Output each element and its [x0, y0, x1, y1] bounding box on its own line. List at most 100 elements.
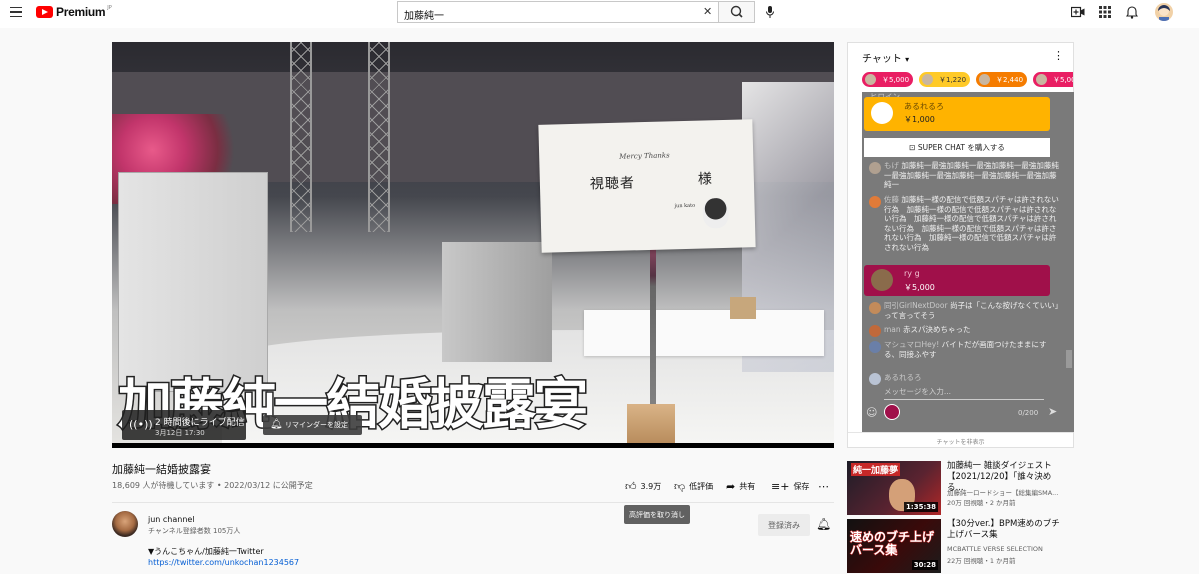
chat-mode-label: チャット	[862, 54, 902, 65]
chat-text: 加藤純一様の配信で低額スパチャは許されない行為 加藤純一様の配信で低額スパチャは…	[884, 195, 1059, 252]
buy-superchat-label: SUPER CHAT を購入する	[917, 143, 1005, 152]
subscription-bell-icon[interactable]: 🔔︎	[816, 517, 831, 531]
buy-superchat-button[interactable]: ⊡ SUPER CHAT を購入する	[864, 138, 1050, 157]
ticker-amount: ￥2,440	[996, 76, 1024, 84]
chat-text: 赤スパ決めちゃった	[903, 325, 971, 334]
superchat-ticker[interactable]: ￥2,440	[976, 72, 1028, 87]
subscribed-button[interactable]: 登録済み	[758, 514, 810, 536]
chat-more-icon[interactable]: ⋮	[1053, 49, 1064, 62]
recommended-views: 20万 回視聴・2 か月前	[947, 499, 1016, 507]
like-count: 3.9万	[640, 482, 662, 491]
hide-chat-button[interactable]: チャットを非表示	[848, 432, 1073, 448]
recommended-video[interactable]: 純一加藤夢 1:35:38 加藤純一 雑談ダイジェスト【2021/12/20】「…	[847, 461, 1074, 516]
superchat-ticker[interactable]: ￥5,000	[1033, 72, 1073, 87]
ticker-avatar	[865, 74, 876, 85]
dislike-label: 低評価	[689, 482, 714, 491]
chat-username: man	[884, 325, 901, 334]
like-tooltip: 高評価を取り消し	[624, 505, 690, 524]
apps-grid-icon[interactable]	[1099, 6, 1111, 18]
table-tray	[584, 310, 824, 356]
upcoming-live-box: ((•)) 2 時間後にライブ配信 3月12日 17:30	[122, 410, 246, 440]
chat-header[interactable]: チャット ▾	[848, 43, 1073, 69]
search-input[interactable]: 加藤純一	[397, 1, 719, 23]
chat-avatar	[869, 196, 881, 208]
superchat-message[interactable]: ry g ￥5,000	[864, 265, 1050, 296]
chat-username: 同引GirlNextDoor	[884, 301, 948, 310]
superchat-icon: ⊡	[909, 143, 918, 152]
chevron-down-icon: ▾	[905, 55, 910, 64]
like-button[interactable]: 👍︎ 3.9万	[625, 480, 661, 493]
save-button[interactable]: ≡+ 保存	[771, 480, 809, 493]
superchat-amount: ￥5,000	[904, 283, 935, 292]
card-script: Mercy Thanks	[619, 151, 670, 161]
save-label: 保存	[793, 482, 810, 491]
chat-messages[interactable]: ヒロイン ... あるれるろ ￥1,000 ⊡ SUPER CHAT を購入する…	[862, 92, 1074, 432]
clear-search-icon[interactable]: ✕	[703, 5, 712, 18]
add-playlist-icon: ≡+	[771, 480, 790, 493]
send-icon[interactable]: ➤	[1048, 405, 1057, 418]
logo-region: JP	[107, 5, 112, 11]
recommended-views: 22万 回視聴・1 か月前	[947, 557, 1016, 565]
notifications-bell-icon[interactable]	[1126, 6, 1138, 19]
chat-avatar	[869, 341, 881, 353]
card-signature: jun kato	[674, 202, 696, 210]
hamburger-menu-icon[interactable]	[10, 7, 22, 18]
superchat-avatar	[871, 269, 893, 291]
video-player[interactable]: Mercy Thanks 視聴者 様 jun kato 加藤純一結婚披露宴 ((…	[112, 42, 834, 448]
channel-avatar[interactable]	[112, 511, 138, 537]
stage-truss	[290, 42, 312, 232]
user-avatar[interactable]	[1155, 3, 1173, 21]
search-icon	[730, 5, 743, 18]
stage-truss	[368, 42, 390, 232]
emoji-icon[interactable]: ☺	[866, 406, 877, 419]
video-meta: 18,609 人が待機しています • 2022/03/12 に公開予定	[112, 481, 313, 490]
video-duration: 1:35:38	[904, 502, 938, 512]
card-name: 視聴者	[589, 175, 636, 193]
share-button[interactable]: ➦ 共有	[726, 480, 755, 493]
channel-name[interactable]: jun channel	[148, 515, 195, 524]
live-chat-panel: チャット ▾ ⋮ ￥5,000 ￥1,220 ￥2,440 ￥5,000 ヒロイ…	[847, 42, 1074, 448]
chat-message: もげ 加藤純一最強加藤純一最強加藤純一最強加藤純一最強加藤純一最強加藤純一最強加…	[869, 161, 1060, 190]
ticker-avatar	[922, 74, 933, 85]
avatar-image	[1158, 5, 1170, 21]
dislike-button[interactable]: 👎︎ 低評価	[674, 480, 713, 493]
thumbs-down-icon: 👎︎	[674, 480, 686, 493]
input-avatar	[869, 373, 881, 385]
superchat-user: あるれるろ	[904, 102, 944, 111]
chat-message-input[interactable]: メッセージを入力...	[884, 387, 1044, 400]
description-link[interactable]: https://twitter.com/unkochan1234567	[148, 558, 299, 567]
name-card: Mercy Thanks 視聴者 様 jun kato	[538, 119, 756, 253]
superchat-amount: ￥1,000	[904, 115, 935, 124]
superchat-button[interactable]	[884, 404, 900, 420]
chat-username: 佐藤	[884, 195, 899, 204]
recommended-channel: 加藤純一ロードショー【総集編SMA...	[947, 489, 1059, 497]
create-video-icon[interactable]	[1071, 6, 1085, 18]
recommended-video[interactable]: 速めのブチ上げバース集 30:28 【30分ver.】BPM速めのブチ上げバース…	[847, 519, 1074, 574]
gift-bag	[118, 172, 268, 392]
chat-scrollbar[interactable]	[1066, 350, 1072, 368]
search-button[interactable]	[719, 1, 755, 23]
bell-icon: 🔔︎	[270, 419, 283, 430]
microphone-icon[interactable]	[764, 5, 776, 19]
more-options-icon[interactable]: ⋯	[818, 480, 829, 493]
recommended-title: 【30分ver.】BPM速めのブチ上げバース集	[947, 519, 1060, 540]
chat-message: マシュマロHey! バイトだが画面つけたままにする、同接ふやす	[869, 340, 1060, 359]
recommended-channel: MCBATTLE VERSE SELECTION	[947, 545, 1043, 553]
description-line: ▼うんこちゃん/加藤純一Twitter	[148, 547, 264, 556]
chat-text: 加藤純一最強加藤純一最強加藤純一最強加藤純一最強加藤純一最強加藤純一最強加藤純一…	[884, 161, 1059, 189]
superchat-ticker[interactable]: ￥1,220	[919, 72, 971, 87]
video-thumbnail: 速めのブチ上げバース集 30:28	[847, 519, 941, 573]
live-countdown: 2 時間後にライブ配信	[155, 418, 245, 428]
thumbnail-text: 純一加藤夢	[851, 463, 901, 476]
youtube-premium-logo[interactable]: Premium JP	[36, 5, 112, 19]
set-reminder-button[interactable]: 🔔︎ リマインダーを設定	[263, 415, 362, 435]
superchat-ticker[interactable]: ￥5,000	[862, 72, 914, 87]
share-arrow-icon: ➦	[726, 480, 736, 493]
ticker-amount: ￥5,000	[882, 76, 910, 84]
wood-block	[627, 404, 675, 444]
thumbs-up-icon: 👍︎	[625, 480, 637, 493]
live-datetime: 3月12日 17:30	[155, 429, 205, 437]
char-count: 0/200	[1018, 409, 1039, 417]
input-username: あるれるろ	[884, 373, 922, 382]
pinned-superchat[interactable]: あるれるろ ￥1,000	[864, 97, 1050, 131]
